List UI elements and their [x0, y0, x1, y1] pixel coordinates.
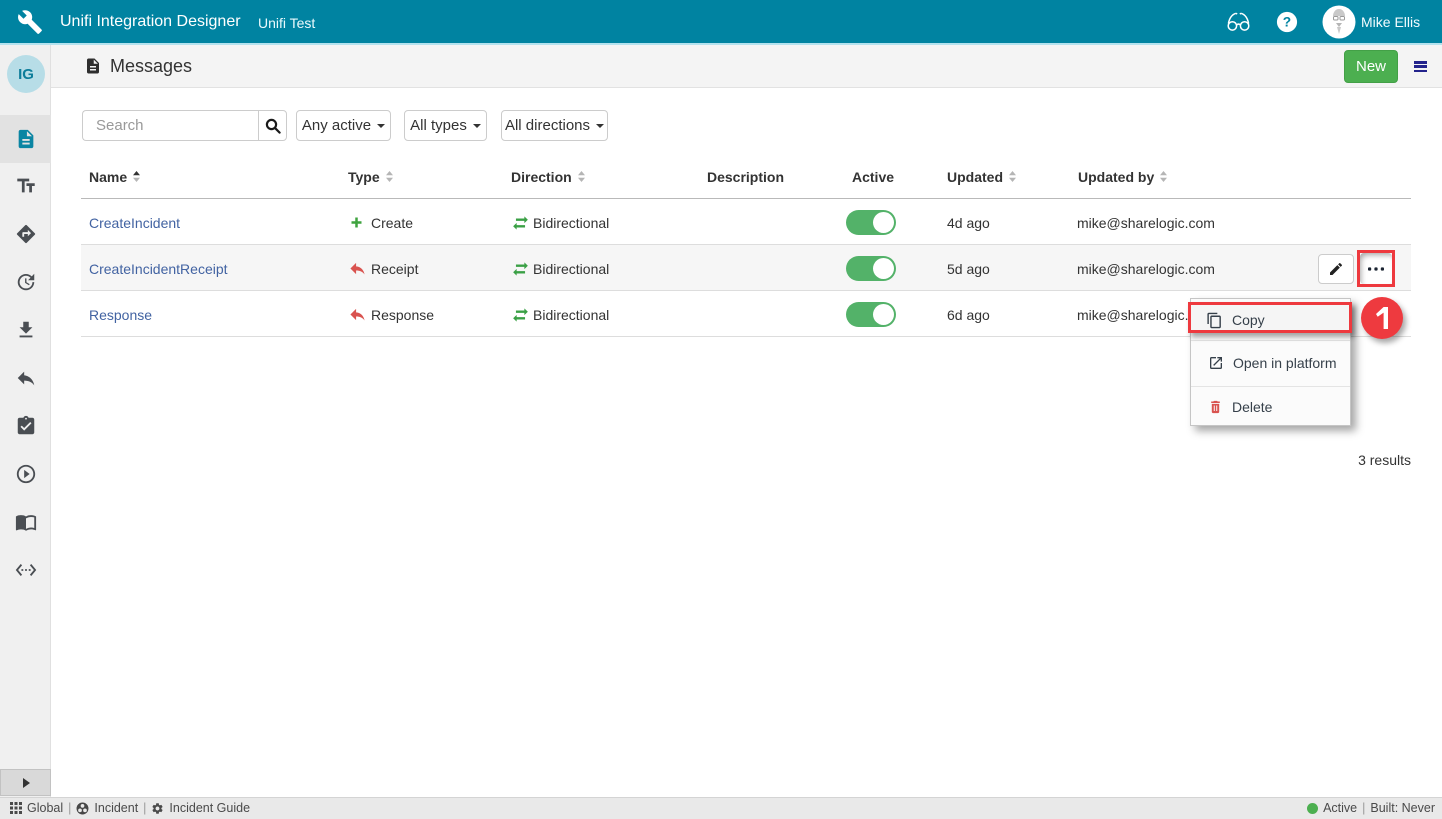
svg-text:?: ? — [1283, 15, 1291, 30]
